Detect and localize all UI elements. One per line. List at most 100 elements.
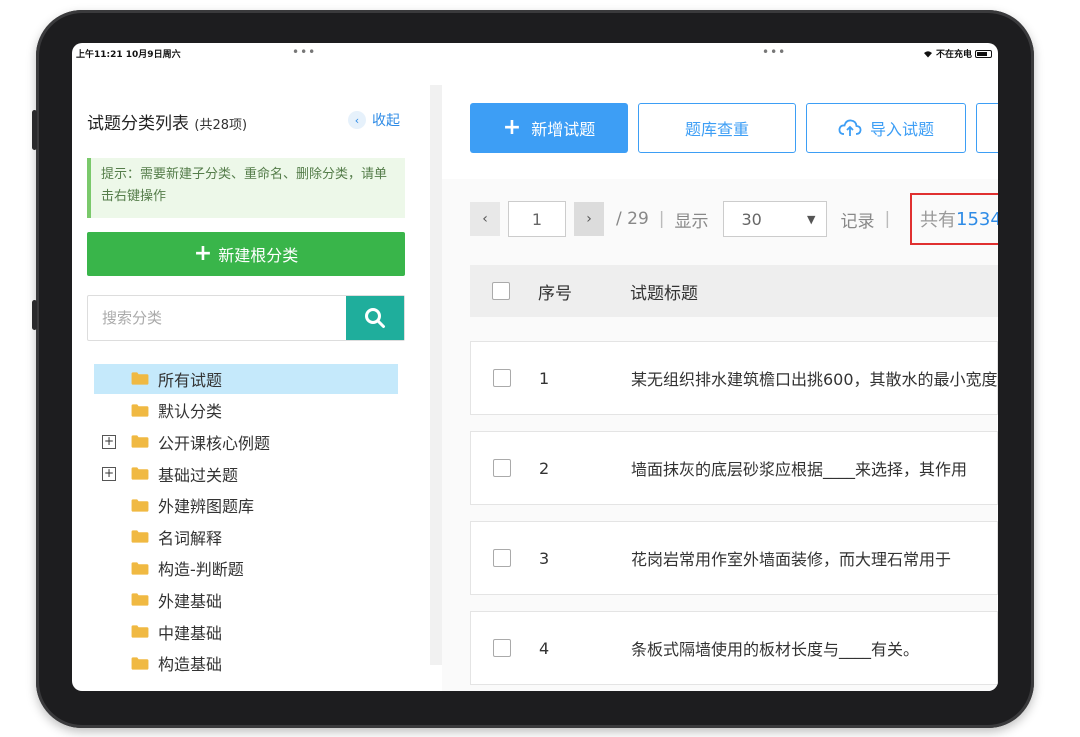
search-icon [365,308,385,328]
row-checkbox[interactable] [493,549,511,567]
status-bar: 上午11:21 10月9日周六 ••• ••• 不在充电 [72,43,998,63]
panel-title: 试题分类列表 (共28项) [87,109,247,134]
folder-icon [131,562,149,575]
collapse-label: 收起 [372,113,400,129]
charging-status: 不在充电 [935,50,972,60]
screen: 上午11:21 10月9日周六 ••• ••• 不在充电 试题分类列表 (共28… [72,43,998,691]
total-value: 1534 [956,208,998,230]
row-checkbox[interactable] [493,639,511,657]
multitask-dots-right: ••• [762,45,787,59]
search-button[interactable] [346,296,404,340]
tree-item[interactable]: 所有试题 [94,363,414,395]
per-page-select[interactable]: 30 ▼ [722,201,827,237]
page-input[interactable]: 1 [508,201,566,237]
status-indicators: 不在充电 [923,47,992,60]
tree-item[interactable]: 构造基础 [94,647,414,679]
volume-button [32,110,37,150]
row-title[interactable]: 条板式隔墙使用的板材长度与____有关。 [631,636,919,660]
tree-item[interactable]: 中建基础 [94,616,414,648]
folder-icon [131,499,149,512]
tree-item-label: 所有试题 [158,370,223,390]
category-search-input[interactable] [88,296,346,340]
more-button[interactable] [976,103,998,153]
add-question-label: 新增试题 [531,120,596,139]
dedupe-button[interactable]: 题库查重 [638,103,796,153]
cloud-upload-icon [838,119,862,136]
tip-box: 提示：需要新建子分类、重命名、删除分类，请单击右键操作 [87,158,405,218]
add-question-button[interactable]: + 新增试题 [470,103,628,153]
tree-item[interactable]: 名词解释 [94,521,414,553]
per-page-value: 30 [741,209,762,229]
dedupe-label: 题库查重 [684,120,749,139]
question-panel: + 新增试题 题库查重 导入试题 ‹ 1 › / 29 | 显示 30 ▼ 记录… [442,85,998,691]
tree-item[interactable]: + 公开课核心例题 [94,426,414,458]
folder-icon [131,530,149,543]
chevron-left-icon: ‹ [348,111,366,129]
folder-icon [131,467,149,480]
total-count: 共有 1534 [910,193,998,245]
tree-item-label: 构造-判断题 [158,560,244,580]
tree-item-label: 公开课核心例题 [158,433,271,453]
folder-icon [131,372,149,385]
table-row[interactable]: 3 花岗岩常用作室外墙面装修，而大理石常用于 [470,521,998,595]
total-pages: / 29 [616,209,649,229]
folder-icon [131,625,149,638]
row-title[interactable]: 墙面抹灰的底层砂浆应根据____来选择，其作用 [631,456,967,480]
panel-title-text: 试题分类列表 [87,114,189,134]
separator: | [884,209,891,229]
chevron-right-icon: › [586,211,592,227]
expand-icon[interactable]: + [102,466,116,481]
expand-icon[interactable]: + [102,435,116,450]
tree-item[interactable]: 默认分类 [94,395,414,427]
records-label: 记录 [840,211,875,232]
header-title: 试题标题 [630,283,698,304]
tree-item-label: 中建基础 [158,623,223,643]
collapse-button[interactable]: ‹ 收起 [348,110,400,130]
separator: | [658,209,665,229]
battery-icon [975,49,992,58]
tree-item[interactable]: 外建基础 [94,584,414,616]
row-number: 4 [539,638,550,658]
tree-item-label: 名词解释 [158,528,223,548]
header-num: 序号 [538,283,572,304]
table-row[interactable]: 2 墙面抹灰的底层砂浆应根据____来选择，其作用 [470,431,998,505]
tree-item[interactable]: 构造-判断题 [94,553,414,585]
table-row[interactable]: 1 某无组织排水建筑檐口出挑600，其散水的最小宽度 [470,341,998,415]
folder-icon [131,404,149,417]
show-label: 显示 [674,211,709,232]
row-number: 3 [539,548,550,568]
chevron-left-icon: ‹ [482,211,488,227]
row-checkbox[interactable] [493,369,511,387]
total-label: 共有 [920,210,956,231]
import-button[interactable]: 导入试题 [806,103,966,153]
category-count: (共28项) [194,118,248,133]
next-page-button[interactable]: › [574,202,604,236]
table-row[interactable]: 4 条板式隔墙使用的板材长度与____有关。 [470,611,998,685]
tree-item[interactable]: + 基础过关题 [94,458,414,490]
category-search [87,295,405,341]
caret-down-icon: ▼ [807,212,816,226]
category-tree: 所有试题默认分类 + 公开课核心例题 + 基础过关题外建辨图题库 名词解释构造-判断题外建… [94,363,414,679]
tree-item-label: 构造基础 [158,655,223,675]
tree-item[interactable]: 外建辨图题库 [94,489,414,521]
row-title[interactable]: 花岗岩常用作室外墙面装修，而大理石常用于 [631,546,951,570]
new-root-category-button[interactable]: + 新建根分类 [87,232,405,276]
plus-icon: + [193,241,213,266]
prev-page-button[interactable]: ‹ [470,202,500,236]
folder-icon [131,593,149,607]
status-time: 上午11:21 10月9日周六 [76,50,181,60]
row-checkbox[interactable] [493,459,511,477]
multitask-dots: ••• [292,45,317,59]
tree-item-label: 外建辨图题库 [158,497,255,517]
select-all-checkbox[interactable] [492,282,510,300]
wifi-icon [923,50,932,57]
panel-divider [430,85,442,665]
row-number: 1 [539,368,550,388]
category-panel: 试题分类列表 (共28项) ‹ 收起 提示：需要新建子分类、重命名、删除分类，请… [72,85,430,691]
table-header: 序号 试题标题 [470,265,998,317]
row-number: 2 [539,458,550,478]
row-title[interactable]: 某无组织排水建筑檐口出挑600，其散水的最小宽度 [631,366,998,390]
side-button [32,300,37,330]
new-root-label: 新建根分类 [218,246,299,265]
folder-icon [131,435,149,449]
